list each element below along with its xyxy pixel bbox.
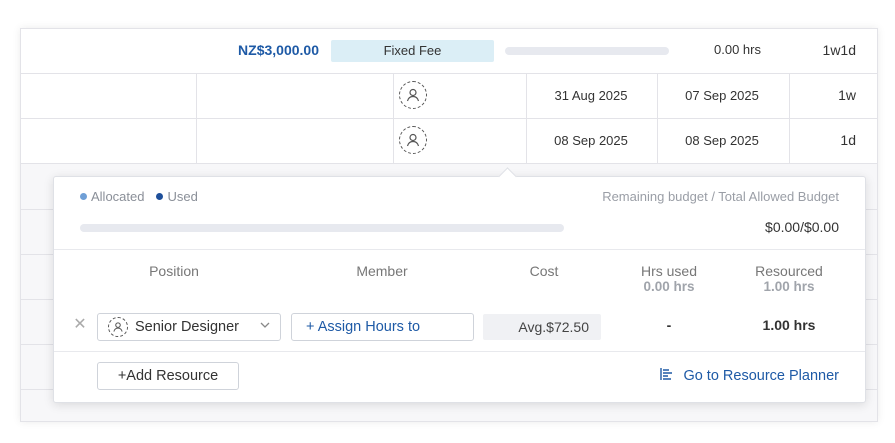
column-header-cost: Cost	[529, 263, 559, 279]
end-date[interactable]: 07 Sep 2025	[657, 88, 787, 103]
planner-icon	[660, 367, 675, 385]
add-resource-button[interactable]: +Add Resource	[97, 362, 239, 390]
budget-amount-ratio: $0.00/$0.00	[765, 219, 839, 235]
hrs-used-label: Hrs used	[640, 263, 698, 279]
duration-total: 1w1d	[822, 42, 856, 58]
duration: 1w	[838, 87, 856, 103]
column-header-member: Member	[356, 263, 408, 279]
position-select-value: Senior Designer	[135, 319, 239, 335]
budget-progress-bar	[80, 224, 564, 232]
legend-used: Used	[167, 189, 198, 204]
resourced-label: Resourced	[755, 263, 823, 279]
start-date[interactable]: 08 Sep 2025	[526, 133, 656, 148]
budget-amount: NZ$3,000.00	[238, 42, 319, 58]
used-dot-icon	[156, 193, 164, 200]
unassigned-user-icon[interactable]	[399, 81, 427, 109]
task-row[interactable]: 08 Sep 2025 08 Sep 2025 1d	[21, 119, 877, 164]
hours-total: 0.00 hrs	[714, 42, 761, 57]
cost-value: Avg.$72.50	[483, 314, 601, 340]
remaining-budget-label: Remaining budget / Total Allowed Budget	[602, 189, 839, 204]
assign-member-input[interactable]: + Assign Hours to	[291, 313, 474, 341]
end-date[interactable]: 08 Sep 2025	[657, 133, 787, 148]
budget-legend: Allocated Used	[80, 189, 206, 204]
planner-link-label: Go to Resource Planner	[683, 368, 839, 384]
hrs-used-value: -	[666, 317, 672, 333]
legend-allocated: Allocated	[91, 189, 145, 204]
resourced-value: 1.00 hrs	[762, 317, 816, 333]
hours-progress-bar	[505, 47, 669, 55]
start-date[interactable]: 31 Aug 2025	[526, 88, 656, 103]
unassigned-user-icon[interactable]	[399, 126, 427, 154]
position-select[interactable]: Senior Designer	[97, 313, 281, 341]
hrs-used-total: 0.00 hrs	[643, 279, 695, 294]
column-header-position: Position	[149, 263, 199, 279]
resourced-total: 1.00 hrs	[763, 279, 815, 294]
resource-allocation-popover: Allocated Used Remaining budget / Total …	[53, 167, 866, 403]
fee-type-badge: Fixed Fee	[331, 40, 494, 62]
allocated-dot-icon	[80, 193, 87, 200]
resource-planner-link[interactable]: Go to Resource Planner	[660, 367, 839, 385]
column-header-resourced: Resourced 1.00 hrs	[734, 263, 844, 294]
chevron-down-icon	[259, 319, 271, 334]
column-header-hrs-used: Hrs used 0.00 hrs	[629, 263, 709, 294]
remove-row-close-icon[interactable]: ✕	[73, 314, 87, 334]
position-user-icon	[108, 317, 128, 337]
duration: 1d	[840, 132, 856, 148]
budget-summary-row: NZ$3,000.00 Fixed Fee 0.00 hrs 1w1d	[21, 29, 877, 74]
task-row[interactable]: 31 Aug 2025 07 Sep 2025 1w	[21, 74, 877, 119]
